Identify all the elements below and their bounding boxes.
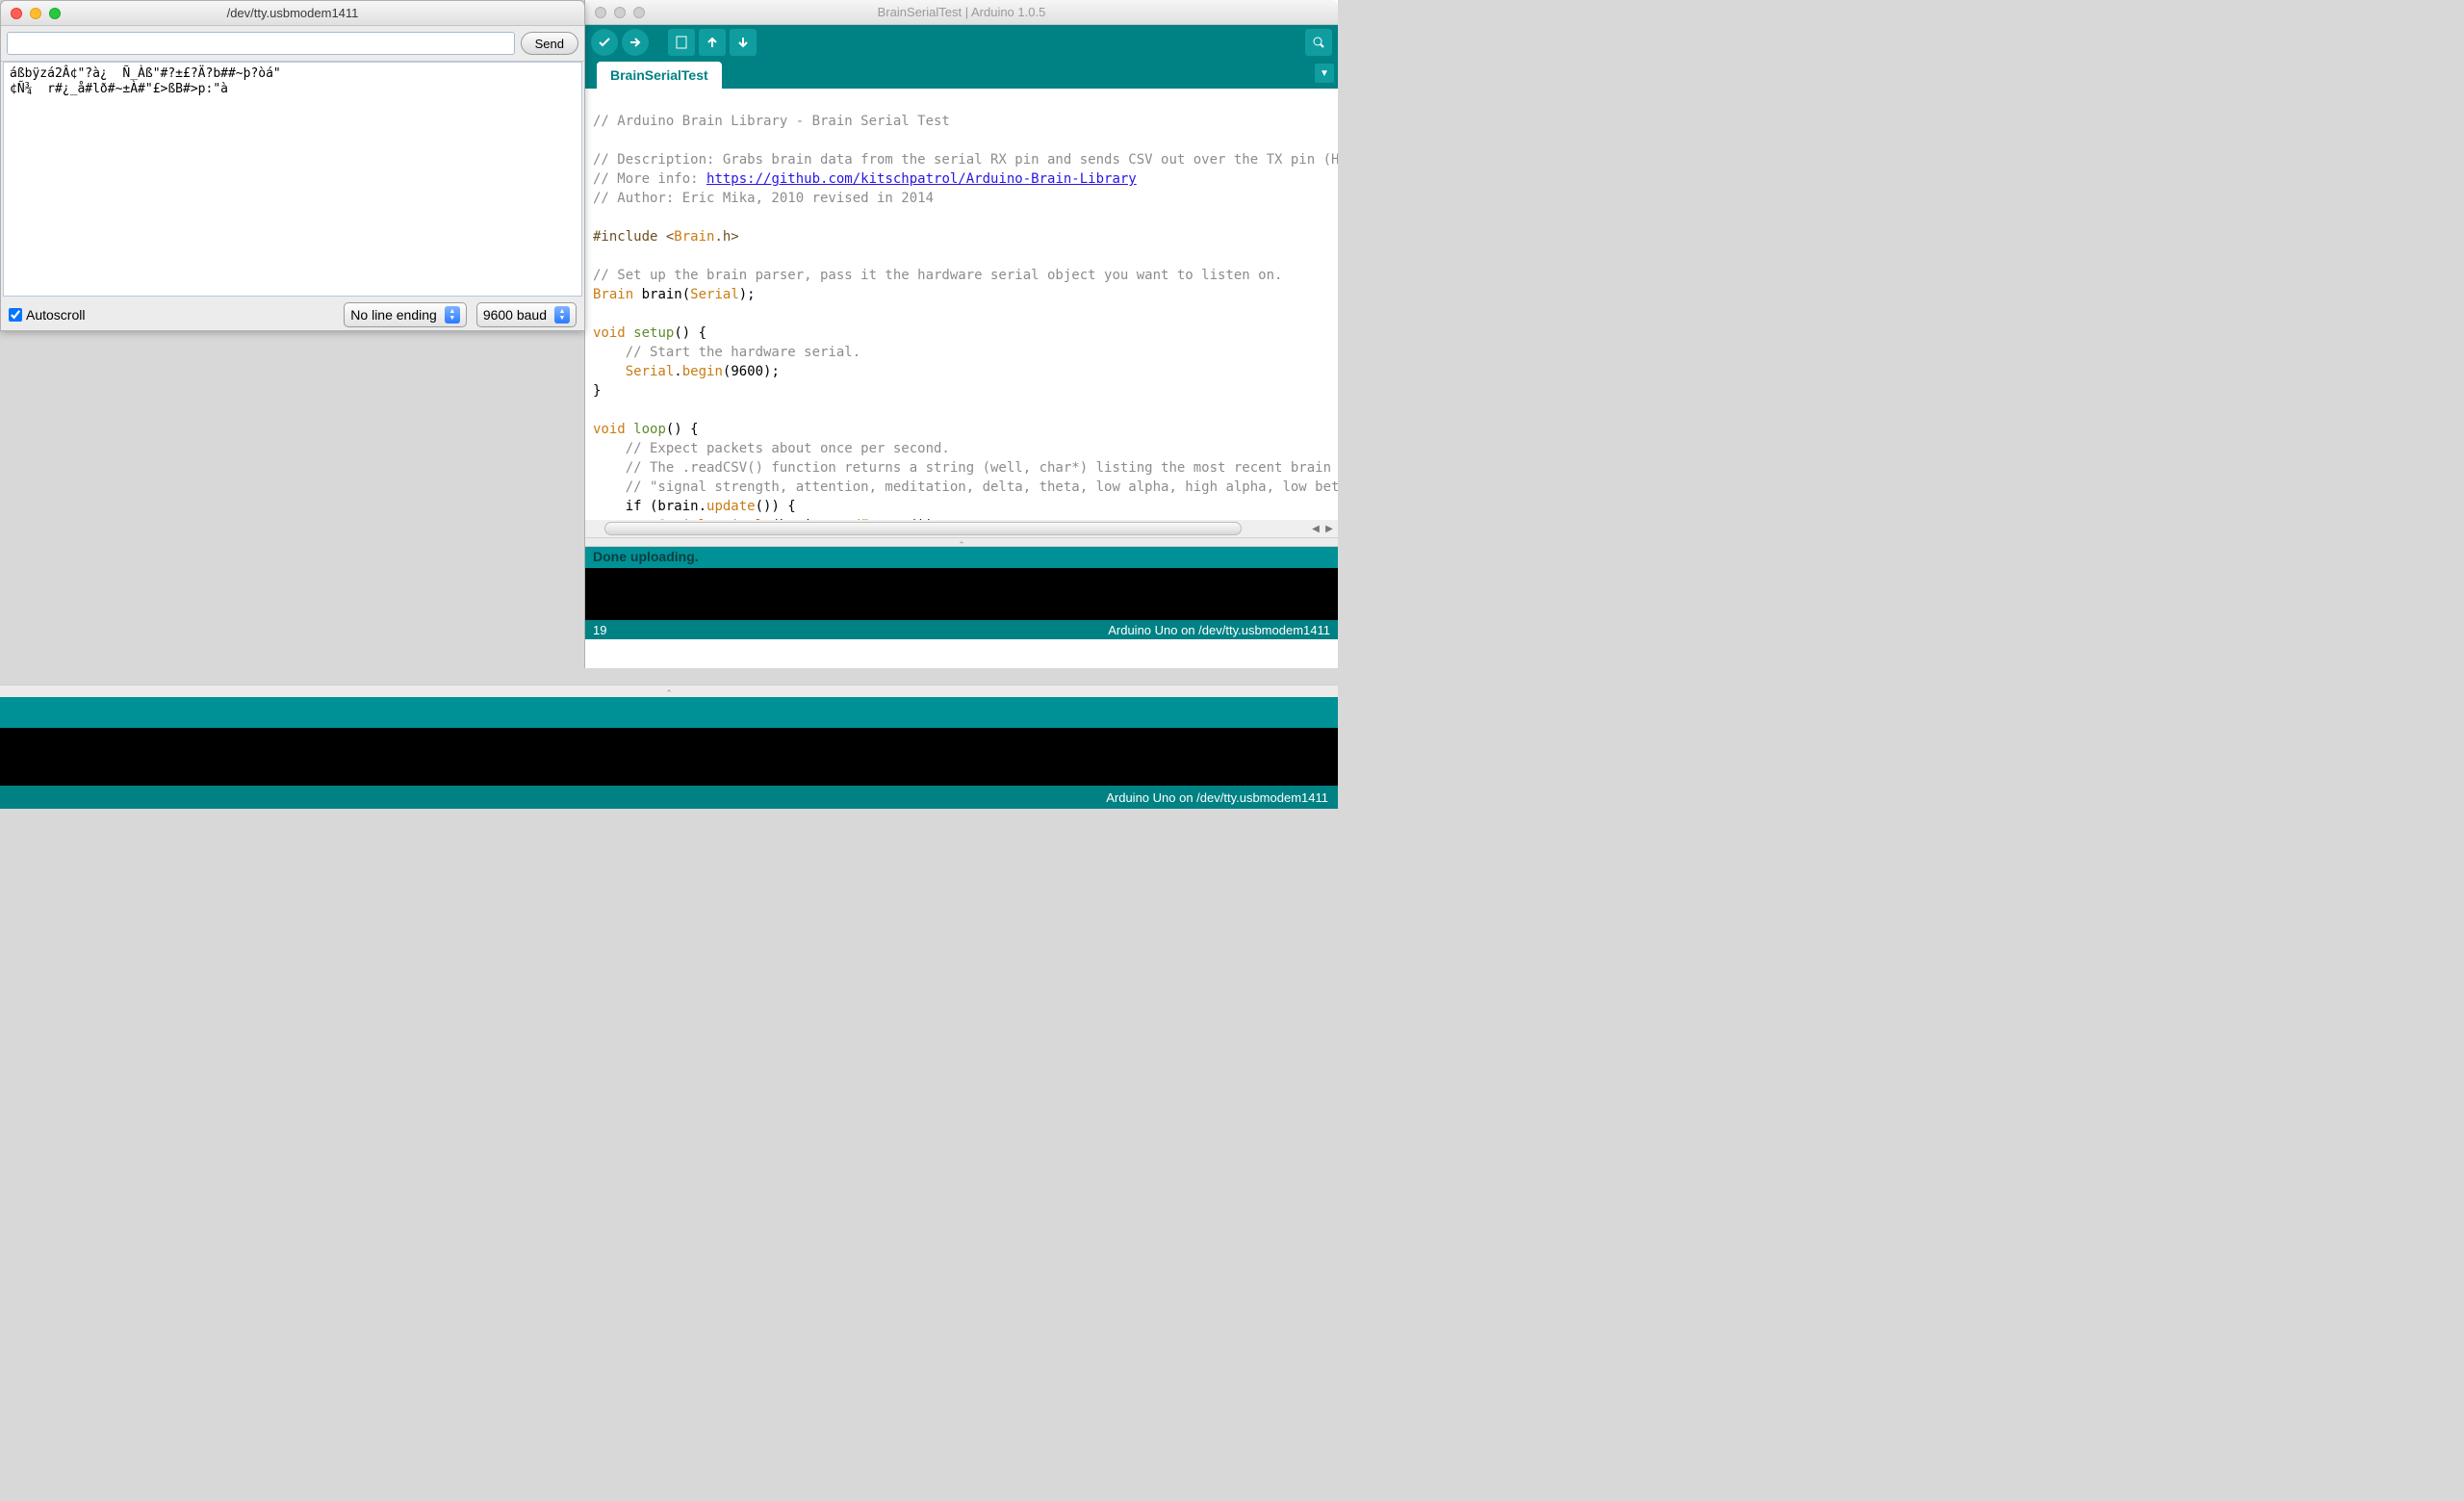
- tab-menu-button[interactable]: ▼: [1315, 64, 1334, 83]
- save-button[interactable]: [730, 29, 757, 56]
- code-line: // Start the hardware serial.: [593, 345, 860, 360]
- file-icon: [674, 35, 689, 50]
- code-line: // Set up the brain parser, pass it the …: [593, 268, 1282, 283]
- send-button[interactable]: Send: [521, 32, 578, 55]
- verify-button[interactable]: [591, 29, 618, 56]
- code-token: Brain: [593, 287, 633, 302]
- ide-footer: Arduino Uno on /dev/tty.usbmodem1411: [0, 786, 1338, 809]
- chevron-down-icon: ▼: [1320, 68, 1329, 79]
- grip-icon: ⌃: [665, 688, 673, 699]
- code-token: void: [593, 325, 626, 341]
- code-token: () {: [666, 422, 699, 437]
- code-token: begin: [682, 364, 723, 379]
- scrollbar-arrows: ◀ ▶: [1309, 520, 1336, 537]
- status-text: Done uploading.: [593, 549, 699, 564]
- autoscroll-label: Autoscroll: [26, 307, 85, 323]
- code-line: // "signal strength, attention, meditati…: [593, 479, 1338, 495]
- scrollbar-thumb[interactable]: [604, 522, 1242, 535]
- code-token: brain(: [633, 287, 690, 302]
- baud-rate-select[interactable]: 9600 baud ▲▼: [476, 302, 577, 327]
- arduino-ide-window: BrainSerialTest | Arduino 1.0.5 BrainSer…: [584, 0, 1338, 668]
- serial-send-input[interactable]: [7, 32, 515, 55]
- upload-button[interactable]: [622, 29, 649, 56]
- serial-output[interactable]: áßbÿzá2Â¢"?à¿ Ñ_Àß"#?±£?Ä?b##~þ?òá" ¢Ñ¾ …: [3, 62, 582, 297]
- autoscroll-input[interactable]: [9, 308, 22, 322]
- arrow-up-icon: [705, 35, 720, 50]
- line-ending-select[interactable]: No line ending ▲▼: [344, 302, 467, 327]
- code-token: .: [674, 364, 681, 379]
- arrow-right-icon: [628, 35, 643, 50]
- arrow-down-icon: [735, 35, 751, 50]
- code-line: // Expect packets about once per second.: [593, 441, 950, 456]
- grip-icon: ⌃: [958, 540, 965, 551]
- code-token: Serial: [626, 364, 675, 379]
- magnifier-icon: [1311, 35, 1326, 50]
- editor-horizontal-scrollbar[interactable]: ◀ ▶: [585, 520, 1338, 537]
- ide-console[interactable]: [0, 728, 1338, 786]
- code-token: Brain: [674, 229, 714, 245]
- code-line: }: [593, 383, 601, 399]
- code-token: () {: [674, 325, 706, 341]
- code-token: [593, 364, 626, 379]
- stepper-arrows-icon: ▲▼: [445, 306, 460, 323]
- ide-console[interactable]: [585, 568, 1338, 620]
- background-ide-strip: ⌃ Arduino Uno on /dev/tty.usbmodem1411: [0, 685, 1338, 809]
- ide-tabbar: BrainSerialTest ▼: [585, 60, 1338, 89]
- line-ending-value: No line ending: [350, 307, 437, 323]
- ide-status-bar: [0, 697, 1338, 728]
- sketch-tab[interactable]: BrainSerialTest: [597, 62, 722, 89]
- code-line: // More info:: [593, 171, 706, 187]
- code-token: loop: [633, 422, 666, 437]
- new-button[interactable]: [668, 29, 695, 56]
- code-token: ()) {: [756, 499, 796, 514]
- code-token: if (brain.: [593, 499, 706, 514]
- serial-monitor-button[interactable]: [1305, 29, 1332, 56]
- code-line: // Arduino Brain Library - Brain Serial …: [593, 114, 950, 129]
- pane-resize-handle[interactable]: ⌃: [585, 537, 1338, 547]
- serial-monitor-window: /dev/tty.usbmodem1411 Send áßbÿzá2Â¢"?à¿…: [0, 0, 585, 331]
- code-token: .h>: [714, 229, 738, 245]
- code-line: // The .readCSV() function returns a str…: [593, 460, 1338, 476]
- check-icon: [597, 35, 612, 50]
- scroll-right-icon[interactable]: ▶: [1322, 524, 1336, 534]
- code-token: setup: [633, 325, 674, 341]
- code-editor[interactable]: // Arduino Brain Library - Brain Serial …: [585, 89, 1338, 520]
- code-line: // Author: Eric Mika, 2010 revised in 20…: [593, 191, 934, 206]
- code-token: void: [593, 422, 626, 437]
- code-token: [626, 325, 633, 341]
- board-port: Arduino Uno on /dev/tty.usbmodem1411: [1106, 790, 1328, 805]
- code-token: Serial: [690, 287, 739, 302]
- pane-resize-handle[interactable]: ⌃: [0, 685, 1338, 697]
- serial-title: /dev/tty.usbmodem1411: [1, 6, 584, 20]
- code-line: // Description: Grabs brain data from th…: [593, 152, 1338, 168]
- code-token: );: [739, 287, 756, 302]
- serial-send-row: Send: [1, 26, 584, 62]
- code-token: update: [706, 499, 756, 514]
- serial-titlebar[interactable]: /dev/tty.usbmodem1411: [1, 1, 584, 26]
- code-token: (9600);: [723, 364, 780, 379]
- ide-toolbar: [585, 25, 1338, 60]
- ide-title: BrainSerialTest | Arduino 1.0.5: [585, 5, 1338, 19]
- serial-bottom-bar: Autoscroll No line ending ▲▼ 9600 baud ▲…: [1, 297, 584, 333]
- code-token: [626, 422, 633, 437]
- ide-footer: 19 Arduino Uno on /dev/tty.usbmodem1411: [585, 620, 1338, 639]
- autoscroll-checkbox[interactable]: Autoscroll: [9, 307, 85, 323]
- scroll-left-icon[interactable]: ◀: [1309, 524, 1322, 534]
- ide-titlebar[interactable]: BrainSerialTest | Arduino 1.0.5: [585, 0, 1338, 25]
- code-token: #include <: [593, 229, 674, 245]
- open-button[interactable]: [699, 29, 726, 56]
- line-number: 19: [593, 623, 606, 637]
- baud-value: 9600 baud: [483, 307, 547, 323]
- board-port: Arduino Uno on /dev/tty.usbmodem1411: [1108, 623, 1330, 637]
- tab-label: BrainSerialTest: [610, 67, 708, 83]
- comment-link[interactable]: https://github.com/kitschpatrol/Arduino-…: [706, 171, 1137, 187]
- stepper-arrows-icon: ▲▼: [554, 306, 570, 323]
